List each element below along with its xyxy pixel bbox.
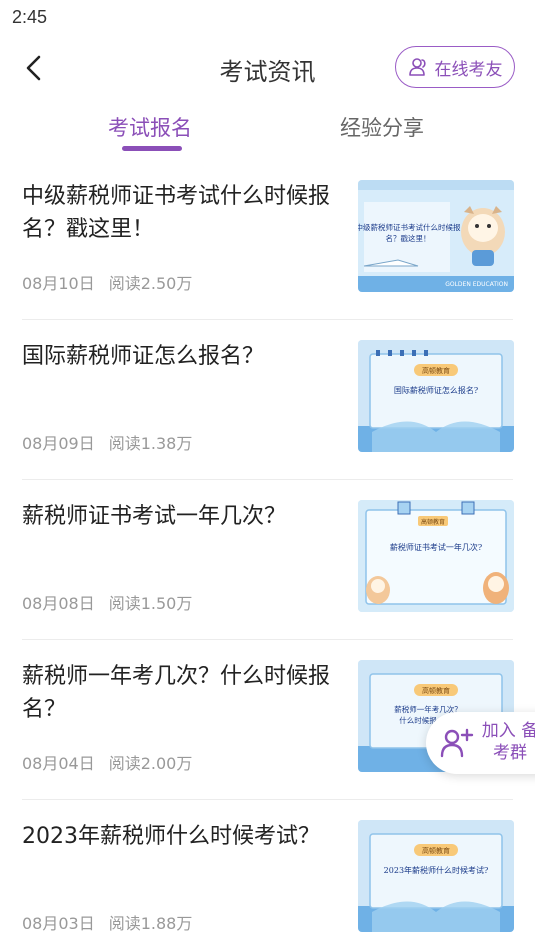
- article-title: 国际薪税师证怎么报名？: [22, 344, 265, 369]
- status-bar: 2:45: [0, 0, 535, 36]
- article-item[interactable]: 薪税师证书考试一年几次？ 08月08日 阅读1.50万 高顿教育 薪税师证书考试一…: [0, 480, 535, 640]
- article-date: 08月03日: [22, 914, 95, 933]
- online-friends-button[interactable]: 在线考友: [395, 46, 515, 88]
- thumb-title: 国际薪税师证怎么报名?: [394, 385, 478, 395]
- status-time: 2:45: [12, 7, 48, 27]
- thumb-badge: 高顿教育: [422, 366, 450, 375]
- article-meta: 08月03日 阅读1.88万: [22, 910, 192, 934]
- thumb-title-line2: 名？戳这里！: [386, 233, 431, 243]
- article-item[interactable]: 中级薪税师证书考试什么时候报名？戳这里！ 08月10日 阅读2.50万 中级薪税师…: [0, 160, 535, 320]
- article-reads: 阅读1.88万: [108, 914, 193, 933]
- article-item[interactable]: 国际薪税师证怎么报名？ 08月09日 阅读1.38万 高顿教育 国际薪税师证怎么报…: [0, 320, 535, 480]
- article-reads: 阅读1.38万: [108, 434, 193, 453]
- article-title: 薪税师一年考几次？什么时候报名？: [22, 664, 331, 722]
- header: 考试资讯 在线考友: [0, 40, 535, 96]
- article-date: 08月08日: [22, 594, 95, 613]
- article-item[interactable]: 2023年薪税师什么时候考试？ 08月03日 阅读1.88万 高顿教育 2023年…: [0, 800, 535, 951]
- join-study-group-button[interactable]: 加入 备 考群: [426, 712, 535, 774]
- article-thumbnail: 高顿教育 薪税师证书考试一年几次?: [358, 500, 514, 612]
- article-thumbnail: 高顿教育 国际薪税师证怎么报名?: [358, 340, 514, 452]
- thumb-badge: 高顿教育: [421, 518, 445, 526]
- article-title: 薪税师证书考试一年几次？: [22, 504, 287, 529]
- article-title: 中级薪税师证书考试什么时候报名？戳这里！: [22, 184, 331, 242]
- thumb-badge: 高顿教育: [422, 846, 450, 855]
- article-thumbnail: 中级薪税师证书考试什么时候报 名？戳这里！ GOLDEN EDUCATION: [358, 180, 514, 292]
- article-thumbnail: 高顿教育 2023年薪税师什么时候考试?: [358, 820, 514, 932]
- article-reads: 阅读2.50万: [108, 274, 193, 293]
- thumb-badge: 高顿教育: [422, 686, 450, 695]
- article-date: 08月10日: [22, 274, 95, 293]
- article-date: 08月09日: [22, 434, 95, 453]
- thumb-title-line1: 中级薪税师证书考试什么时候报: [358, 222, 461, 232]
- thumb-title: 2023年薪税师什么时候考试?: [384, 865, 489, 875]
- join-group-line2: 考群: [493, 743, 527, 763]
- thumb-title: 薪税师证书考试一年几次?: [390, 542, 482, 552]
- article-title: 2023年薪税师什么时候考试？: [22, 824, 320, 849]
- thumb-footer: GOLDEN EDUCATION: [445, 281, 508, 288]
- article-date: 08月04日: [22, 754, 95, 773]
- article-meta: 08月08日 阅读1.50万: [22, 590, 192, 614]
- join-group-line1: 加入 备: [481, 721, 535, 741]
- add-user-icon: [440, 728, 474, 758]
- users-icon: [408, 58, 426, 76]
- article-reads: 阅读2.00万: [108, 754, 193, 773]
- tab-bar: 考试报名 经验分享: [0, 100, 535, 160]
- article-list: 中级薪税师证书考试什么时候报名？戳这里！ 08月10日 阅读2.50万 中级薪税师…: [0, 160, 535, 951]
- join-group-label: 加入 备 考群: [478, 720, 535, 764]
- tab-exam-registration[interactable]: 考试报名: [108, 112, 192, 142]
- online-friends-label: 在线考友: [434, 59, 503, 80]
- article-meta: 08月10日 阅读2.50万: [22, 270, 192, 294]
- article-reads: 阅读1.50万: [108, 594, 193, 613]
- article-meta: 08月04日 阅读2.00万: [22, 750, 192, 774]
- active-tab-indicator: [122, 146, 182, 151]
- tab-experience-sharing[interactable]: 经验分享: [340, 112, 424, 142]
- article-meta: 08月09日 阅读1.38万: [22, 430, 192, 454]
